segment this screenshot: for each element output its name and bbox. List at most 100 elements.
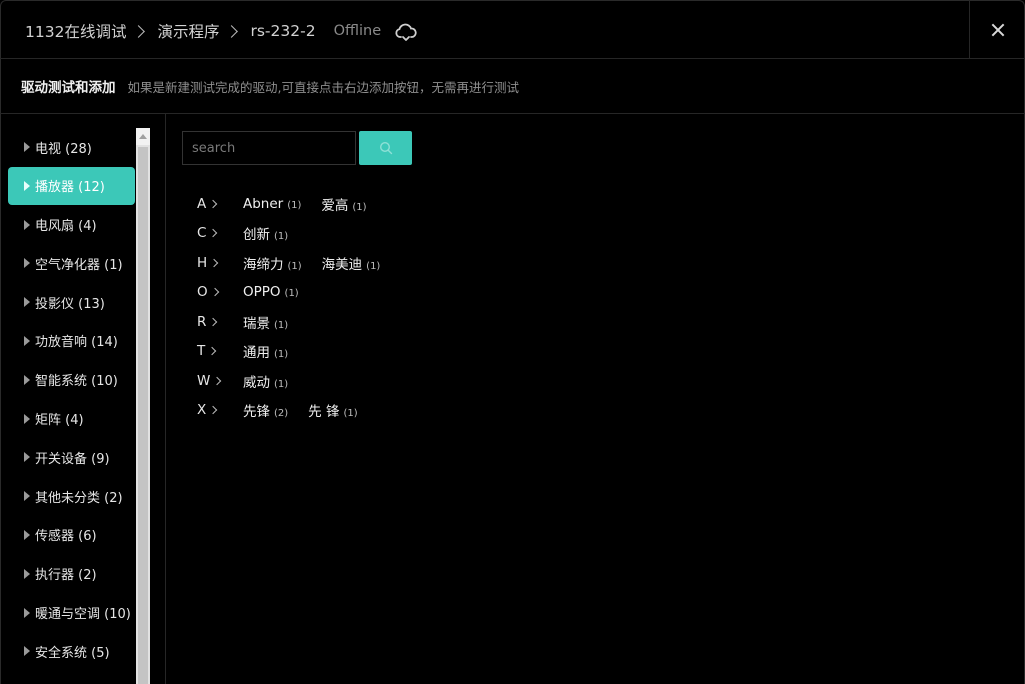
- index-letter-text: O: [197, 284, 208, 301]
- brand-link[interactable]: 先锋 (2): [243, 400, 288, 420]
- brand-count: (1): [274, 319, 289, 331]
- brand-link[interactable]: 创新 (1): [243, 223, 288, 243]
- index-letter: W: [197, 373, 243, 389]
- sidebar-item[interactable]: 播放器 (12): [8, 166, 135, 205]
- index-letter: X: [197, 402, 243, 418]
- sidebar-item-label: 开关设备 (9): [35, 451, 110, 467]
- brand-link[interactable]: OPPO (1): [243, 284, 299, 300]
- caret-right-icon: [24, 452, 30, 463]
- brand-name: 海缔力: [243, 256, 284, 273]
- brand-row: R 瑞景 (1): [197, 307, 400, 337]
- sidebar-item[interactable]: 暖通与空调 (10): [8, 594, 135, 632]
- sidebar-scrollbar[interactable]: [136, 128, 150, 684]
- brand-row: X 先锋 (2) 先 锋 (1): [197, 396, 400, 426]
- sidebar-item-label: 智能系统 (10): [35, 374, 118, 390]
- index-letter: H: [197, 255, 243, 271]
- brand-count: (2): [274, 408, 289, 420]
- index-letter-text: X: [197, 402, 207, 419]
- caret-right-icon: [24, 646, 30, 657]
- brand-count: (1): [274, 231, 289, 243]
- brand-link[interactable]: Abner (1): [243, 196, 301, 212]
- index-letter-text: T: [197, 343, 206, 360]
- brand-name: Abner: [243, 195, 284, 212]
- category-list: 电视 (28) 播放器 (12) 电风扇 (4) 空气净化器 (1) 投影仪 (13) 功…: [8, 128, 135, 671]
- search-button[interactable]: [359, 131, 412, 165]
- brand-link[interactable]: 威动 (1): [243, 371, 288, 391]
- sidebar-item-label: 功放音响 (14): [35, 335, 118, 351]
- brand-link[interactable]: 海美迪 (1): [322, 253, 381, 273]
- caret-right-icon: [24, 413, 30, 424]
- brand-count: (1): [287, 260, 302, 272]
- index-letter-text: A: [197, 195, 207, 212]
- sidebar-item[interactable]: 电视 (28): [8, 128, 135, 166]
- brand-link[interactable]: 瑞景 (1): [243, 312, 288, 332]
- brand-name: 爱高: [321, 197, 349, 214]
- caret-right-icon: [24, 529, 30, 540]
- scroll-up-arrow-icon[interactable]: [136, 128, 150, 145]
- caret-right-icon: [24, 607, 30, 618]
- sidebar-item[interactable]: 矩阵 (4): [8, 400, 135, 438]
- search-input[interactable]: [182, 131, 356, 165]
- status-label: Offline: [333, 23, 382, 39]
- sidebar-item[interactable]: 投影仪 (13): [8, 283, 135, 321]
- close-button[interactable]: [969, 0, 1025, 59]
- breadcrumb-item-program[interactable]: 演示程序: [157, 20, 219, 42]
- close-icon: [990, 22, 1006, 38]
- brand-link[interactable]: 通用 (1): [243, 341, 288, 361]
- caret-right-icon: [24, 219, 30, 230]
- sidebar-item-label: 投影仪 (13): [35, 296, 105, 312]
- chevron-right-icon: [209, 317, 218, 326]
- caret-right-icon: [24, 142, 30, 152]
- sidebar-item[interactable]: 空气净化器 (1): [8, 244, 135, 282]
- brand-count: (1): [366, 260, 381, 272]
- sidebar-item[interactable]: 智能系统 (10): [8, 361, 135, 399]
- breadcrumb-item-device: rs-232-2: [250, 22, 316, 40]
- sidebar-item-label: 电视 (28): [35, 141, 92, 157]
- brand-count: (1): [343, 408, 358, 420]
- caret-right-icon: [24, 374, 30, 385]
- chevron-right-icon: [209, 199, 218, 208]
- sidebar-item[interactable]: 开关设备 (9): [8, 438, 135, 476]
- chevron-right-icon: [210, 288, 219, 297]
- brand-row: C 创新 (1): [197, 219, 400, 249]
- index-letter: R: [197, 314, 243, 330]
- sidebar-item-label: 执行器 (2): [35, 568, 97, 584]
- index-letter-text: W: [197, 372, 211, 389]
- brand-name: 通用: [243, 345, 270, 362]
- brand-name: 海美迪: [321, 256, 363, 273]
- breadcrumb-item-project[interactable]: 1132在线调试: [25, 20, 126, 42]
- brand-count: (1): [287, 199, 302, 211]
- brand-name: 创新: [243, 227, 270, 244]
- brand-name: 先 锋: [308, 404, 340, 421]
- caret-right-icon: [24, 568, 30, 579]
- sidebar-item-label: 电风扇 (4): [35, 219, 97, 235]
- cloud-sync-icon[interactable]: [395, 22, 417, 44]
- brand-name: 威动: [243, 374, 270, 391]
- breadcrumb: 1132在线调试 演示程序 rs-232-2 Offline: [25, 20, 417, 42]
- chevron-right-icon: [225, 24, 239, 38]
- sidebar-item-label: 安全系统 (5): [35, 645, 110, 661]
- brand-link[interactable]: 海缔力 (1): [243, 253, 302, 273]
- chevron-right-icon: [209, 258, 219, 267]
- sidebar-item[interactable]: 功放音响 (14): [8, 322, 135, 360]
- brand-link[interactable]: 先 锋 (1): [308, 400, 357, 420]
- sidebar-item[interactable]: 其他未分类 (2): [8, 477, 135, 515]
- sidebar-item[interactable]: 传感器 (6): [8, 516, 135, 554]
- brand-count: (1): [274, 378, 289, 390]
- brand-link[interactable]: 爱高 (1): [321, 194, 366, 214]
- brand-count: (1): [352, 201, 367, 213]
- sidebar-item[interactable]: 电风扇 (4): [8, 206, 135, 244]
- sidebar-item-label: 播放器 (12): [35, 180, 105, 196]
- section-hint: 如果是新建测试完成的驱动,可直接点击右边添加按钮，无需再进行测试: [127, 79, 519, 95]
- brand-count: (1): [284, 288, 299, 300]
- scrollbar-thumb[interactable]: [138, 147, 148, 684]
- brand-index: A Abner (1) 爱高 (1) C 创新 (1) H 海缔力 (1) 海美迪 (1) O OPPO (1…: [197, 189, 400, 425]
- caret-right-icon: [24, 491, 30, 502]
- sidebar-item[interactable]: 安全系统 (5): [8, 632, 135, 670]
- brand-row: W 威动 (1): [197, 366, 400, 396]
- chevron-right-icon: [209, 406, 218, 415]
- caret-right-icon: [24, 258, 30, 269]
- dialog-header: 1132在线调试 演示程序 rs-232-2 Offline: [0, 0, 1025, 59]
- sidebar-item[interactable]: 执行器 (2): [8, 555, 135, 593]
- category-sidebar: 电视 (28) 播放器 (12) 电风扇 (4) 空气净化器 (1) 投影仪 (13) 功…: [0, 114, 166, 684]
